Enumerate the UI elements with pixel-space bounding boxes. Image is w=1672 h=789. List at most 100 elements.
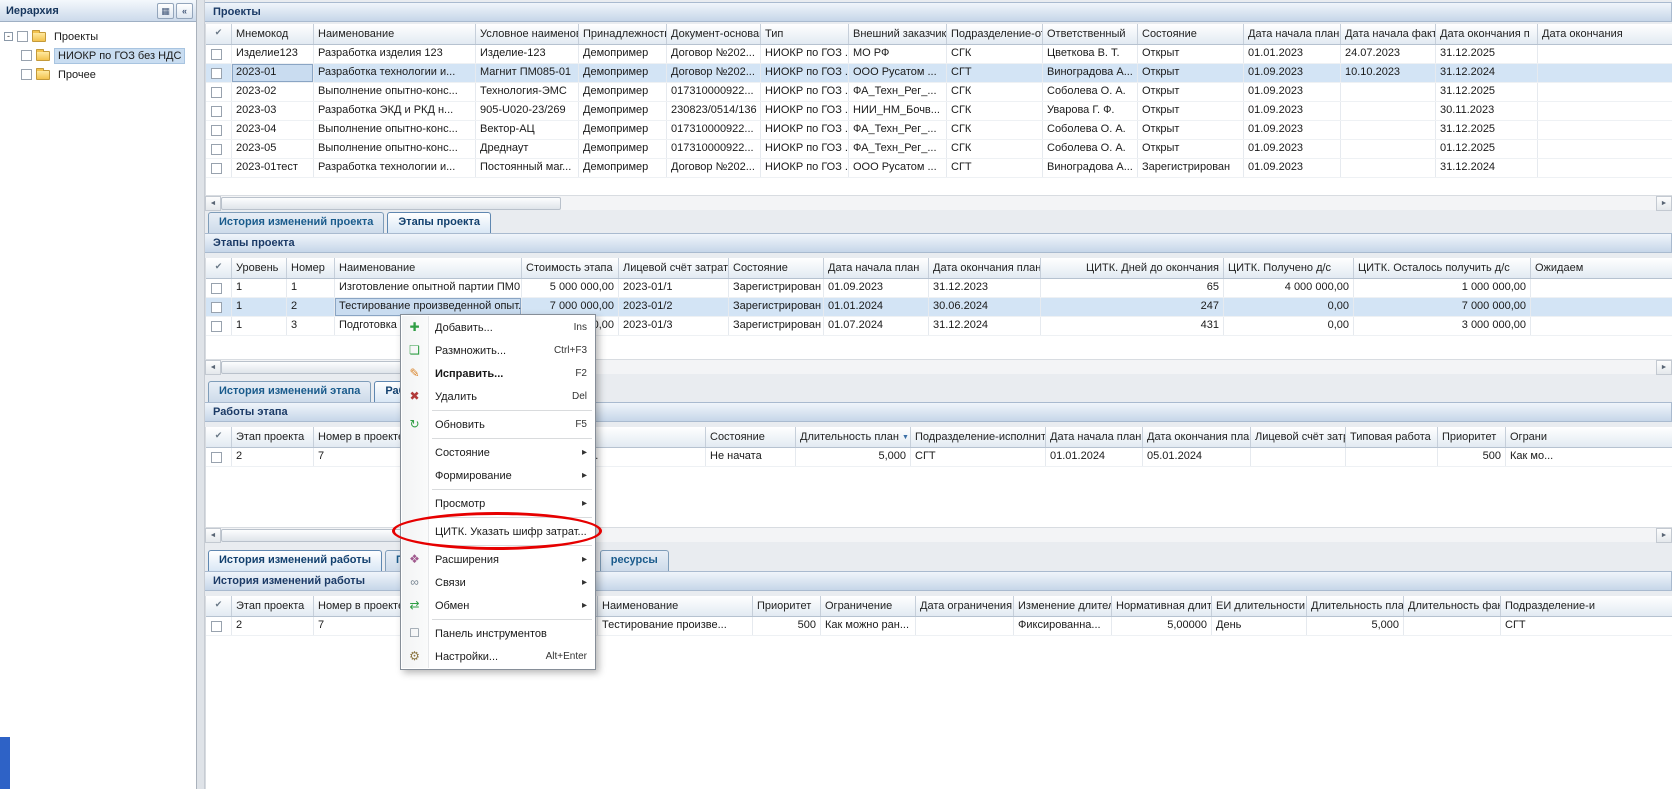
cell[interactable]: 1 (287, 279, 335, 297)
row-checkbox[interactable] (206, 64, 232, 82)
find-icon[interactable]: ▦ (157, 3, 174, 19)
cell[interactable]: 01.09.2023 (824, 279, 929, 297)
cell[interactable]: Магнит ПМ085-01 (476, 64, 579, 82)
cell[interactable] (1341, 83, 1436, 101)
column-header[interactable]: Мнемокод (232, 24, 314, 44)
cell[interactable]: Демопример (579, 83, 667, 101)
tree-checkbox[interactable] (21, 50, 32, 61)
cell[interactable]: Уварова Г. Ф. (1043, 102, 1138, 120)
cell[interactable]: 31.12.2025 (1436, 121, 1538, 139)
cell[interactable]: Зарегистрирован (1138, 159, 1244, 177)
cell[interactable]: Соболева О. А. (1043, 121, 1138, 139)
cell[interactable]: 017310000922... (667, 140, 761, 158)
cell[interactable]: 3 (287, 317, 335, 335)
cell[interactable]: Демопример (579, 102, 667, 120)
menu-item-edit[interactable]: ✎Исправить...F2 (401, 362, 595, 385)
menu-item-state[interactable]: Состояние▸ (401, 441, 595, 464)
cell[interactable]: 01.09.2023 (1244, 159, 1341, 177)
cell[interactable] (1341, 102, 1436, 120)
select-all-icon[interactable]: ✔ (206, 596, 232, 616)
cell[interactable]: 2023-01 (232, 64, 314, 82)
column-header[interactable]: Нормативная длит (1112, 596, 1212, 616)
cell[interactable]: Разработка технологии и... (314, 64, 476, 82)
table-row[interactable]: 2023-01Разработка технологии и...Магнит … (206, 64, 1672, 83)
cell[interactable]: 01.12.2025 (1436, 140, 1538, 158)
cell[interactable]: Зарегистрирован (729, 279, 824, 297)
table-row[interactable]: 2023-04Выполнение опытно-конс...Вектор-А… (206, 121, 1672, 140)
column-header[interactable]: Уровень (232, 258, 287, 278)
cell[interactable] (1346, 448, 1438, 466)
cell[interactable]: Открыт (1138, 83, 1244, 101)
cell[interactable]: 1 (232, 279, 287, 297)
column-header[interactable]: Длительность фак (1404, 596, 1501, 616)
row-checkbox[interactable] (206, 159, 232, 177)
column-header[interactable]: Наименование (314, 24, 476, 44)
tree-item-niokr-goz[interactable]: НИОКР по ГОЗ без НДС (0, 46, 196, 65)
cell[interactable]: 247 (1041, 298, 1224, 316)
cell[interactable] (1538, 83, 1672, 101)
cell[interactable]: СГТ (947, 64, 1043, 82)
expander-minus-icon[interactable]: - (4, 32, 13, 41)
cell[interactable] (1538, 45, 1672, 63)
cell[interactable]: ФА_Техн_Рег_... (849, 83, 947, 101)
menu-item-links[interactable]: ∞Связи▸ (401, 571, 595, 594)
column-header[interactable]: Тип (761, 24, 849, 44)
tree-item-projects[interactable]: -Проекты (0, 27, 196, 46)
column-header[interactable]: Дата начала план (824, 258, 929, 278)
cell[interactable]: Демопример (579, 45, 667, 63)
menu-item-duplicate[interactable]: ❏Размножить...Ctrl+F3 (401, 339, 595, 362)
row-checkbox[interactable] (206, 45, 232, 63)
cell[interactable]: 4 000 000,00 (1224, 279, 1354, 297)
cell[interactable]: 017310000922... (667, 121, 761, 139)
column-header[interactable]: ЦИТК. Осталось получить д/с (1354, 258, 1531, 278)
cell[interactable]: Договор №202... (667, 45, 761, 63)
menu-item-settings[interactable]: ⚙Настройки...Alt+Enter (401, 645, 595, 668)
table-row[interactable]: Изделие123Разработка изделия 123Изделие-… (206, 45, 1672, 64)
menu-item-extensions[interactable]: ❖Расширения▸ (401, 548, 595, 571)
cell[interactable]: Демопример (579, 121, 667, 139)
cell[interactable]: ФА_Техн_Рег_... (849, 140, 947, 158)
cell[interactable]: 31.12.2024 (1436, 159, 1538, 177)
cell[interactable]: Демопример (579, 64, 667, 82)
cell[interactable]: ООО Русатом ... (849, 159, 947, 177)
cell[interactable] (1531, 317, 1672, 335)
cell[interactable]: Фиксированна... (1014, 617, 1112, 635)
scroll-left-icon[interactable]: ◄ (205, 196, 221, 211)
column-header[interactable]: Номер (287, 258, 335, 278)
cell[interactable]: 05.01.2024 (1143, 448, 1251, 466)
cell[interactable]: Изделие123 (232, 45, 314, 63)
cell[interactable]: 230823/0514/136 (667, 102, 761, 120)
cell[interactable]: 1 000 000,00 (1354, 279, 1531, 297)
cell[interactable]: НИОКР по ГОЗ ... (761, 121, 849, 139)
cell[interactable]: СГТ (911, 448, 1046, 466)
cell[interactable]: 01.01.2024 (824, 298, 929, 316)
column-header[interactable]: Ожидаем (1531, 258, 1672, 278)
menu-item-toolbar-panel[interactable]: ☐Панель инструментов (401, 622, 595, 645)
cell[interactable]: 1 (232, 298, 287, 316)
select-all-icon[interactable]: ✔ (206, 258, 232, 278)
cell[interactable]: 5,000 (796, 448, 911, 466)
cell[interactable]: 7 (314, 448, 406, 466)
cell[interactable]: Выполнение опытно-конс... (314, 83, 476, 101)
column-header[interactable]: Приоритет (1438, 427, 1506, 447)
scroll-right-icon[interactable]: ► (1656, 528, 1672, 543)
cell[interactable] (1538, 121, 1672, 139)
cell[interactable]: 2023-01/2 (619, 298, 729, 316)
tab-resources[interactable]: ресурсы (600, 550, 669, 571)
cell[interactable] (1404, 617, 1501, 635)
cell[interactable]: НИИ_НМ_Бочв... (849, 102, 947, 120)
cell[interactable]: Как можно ран... (821, 617, 916, 635)
cell[interactable]: 31.12.2024 (929, 317, 1041, 335)
column-header[interactable]: Документ-основан (667, 24, 761, 44)
table-row[interactable]: 2023-05Выполнение опытно-конс...Дреднаут… (206, 140, 1672, 159)
column-header[interactable]: Ограни (1506, 427, 1672, 447)
projects-hscrollbar[interactable]: ◄ ► (205, 195, 1672, 210)
table-row[interactable]: 2023-01тестРазработка технологии и...Пос… (206, 159, 1672, 178)
row-checkbox[interactable] (206, 617, 232, 635)
cell[interactable]: 905-U020-23/269 (476, 102, 579, 120)
cell[interactable]: 65 (1041, 279, 1224, 297)
cell[interactable]: 2023-01тест (232, 159, 314, 177)
cell[interactable]: СГК (947, 45, 1043, 63)
column-header[interactable]: Дата начала план. (1244, 24, 1341, 44)
cell[interactable] (1538, 64, 1672, 82)
